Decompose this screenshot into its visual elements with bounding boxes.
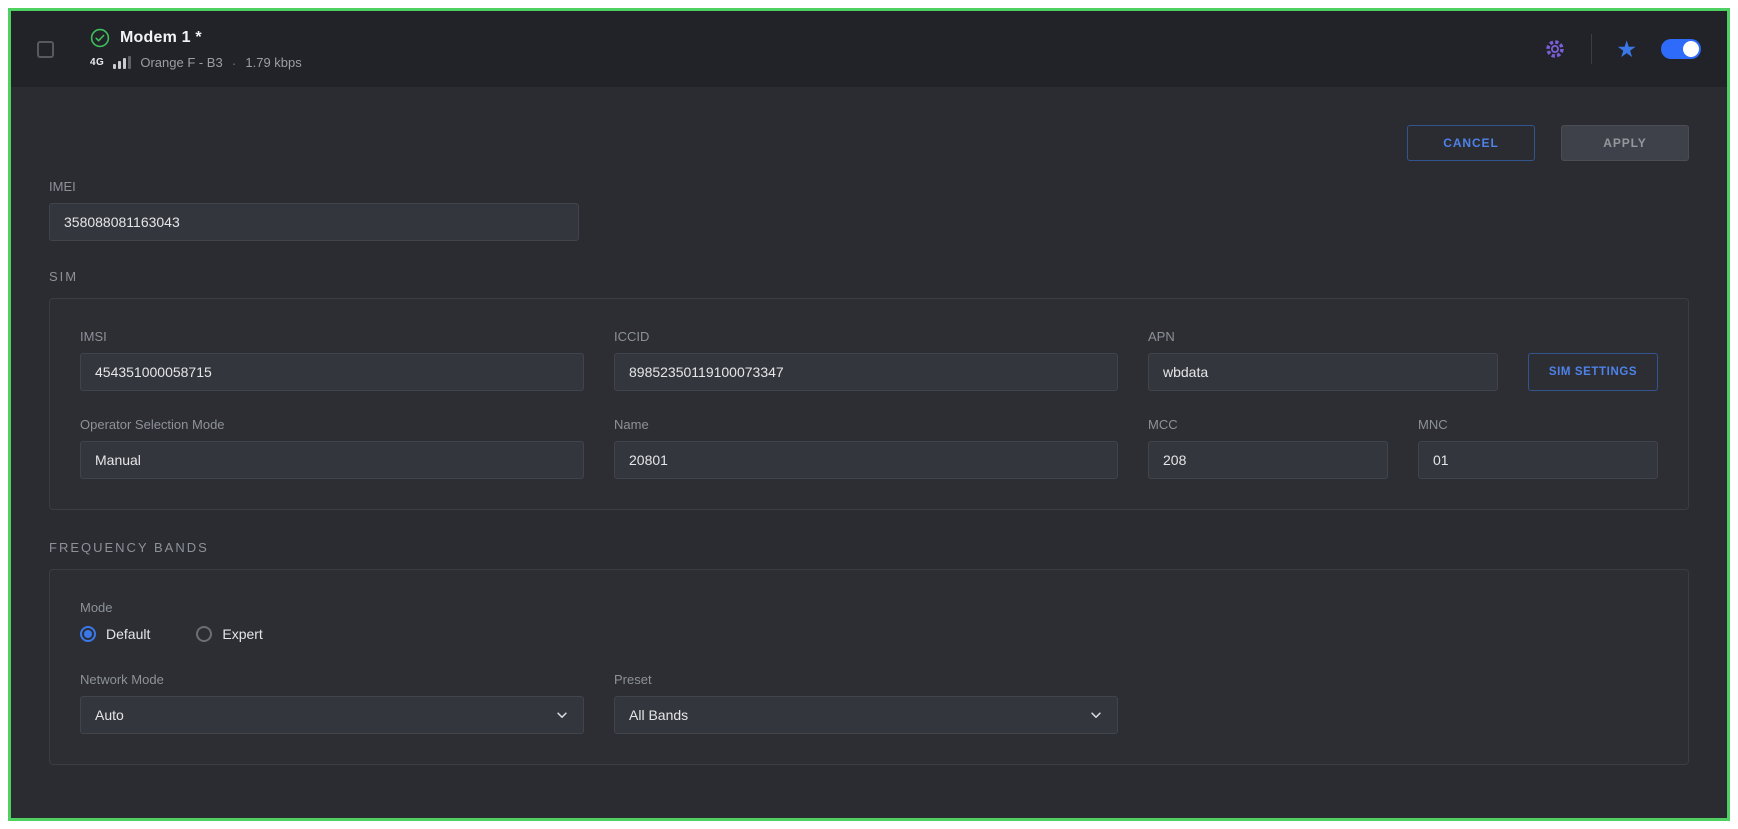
name-input[interactable] [614,441,1118,479]
form-actions: CANCEL APPLY [49,125,1689,161]
apn-label: APN [1148,329,1498,344]
operator-selection-mode-input[interactable] [80,441,584,479]
iccid-field: ICCID [614,329,1118,391]
operator-selection-mode-label: Operator Selection Mode [80,417,584,432]
status-ok-icon [90,28,110,48]
sim-settings-button[interactable]: SIM SETTINGS [1528,353,1658,391]
sim-section-title: SIM [49,269,1689,284]
header-actions: ★ [1543,34,1701,64]
iccid-label: ICCID [614,329,1118,344]
cancel-button[interactable]: CANCEL [1407,125,1535,161]
frequency-bands-panel: Mode Default Expert Network Mode Auto [49,569,1689,765]
imei-field: IMEI [49,179,579,241]
operator-label: Orange F - B3 [140,55,222,70]
apn-field: APN [1148,329,1498,391]
dot-separator: · [232,55,237,71]
connection-status-row: 4G Orange F - B3 · 1.79 kbps [90,55,302,71]
mode-label: Mode [80,600,1658,615]
apn-input[interactable] [1148,353,1498,391]
modem-header: Modem 1 * 4G Orange F - B3 · 1.79 kbps [11,11,1727,87]
modem-enable-toggle[interactable] [1661,39,1701,59]
radio-icon [80,626,96,642]
apply-button[interactable]: APPLY [1561,125,1689,161]
chevron-down-icon [1089,708,1103,722]
modem-settings-body: CANCEL APPLY IMEI SIM IMSI ICCID APN [11,87,1727,818]
modem-card: Modem 1 * 4G Orange F - B3 · 1.79 kbps [8,8,1730,821]
network-mode-label: Network Mode [80,672,584,687]
radio-option-default[interactable]: Default [80,626,150,642]
mcc-field: MCC [1148,417,1388,479]
chevron-down-icon [555,708,569,722]
modem-title: Modem 1 * [120,29,202,47]
sim-row-1: IMSI ICCID APN SIM SETTINGS [80,329,1658,391]
radio-option-expert[interactable]: Expert [196,626,262,642]
mcc-label: MCC [1148,417,1388,432]
signal-strength-icon [113,56,131,69]
imsi-label: IMSI [80,329,584,344]
imei-label: IMEI [49,179,579,194]
title-block: Modem 1 * 4G Orange F - B3 · 1.79 kbps [90,28,302,71]
toggle-knob [1683,41,1699,57]
frequency-selects-row: Network Mode Auto Preset All Bands [80,672,1658,734]
frequency-bands-section-title: FREQUENCY BANDS [49,540,1689,555]
mode-radio-group: Default Expert [80,626,1658,642]
imsi-field: IMSI [80,329,584,391]
network-mode-select[interactable]: Auto [80,696,584,734]
radio-expert-label: Expert [222,626,262,642]
network-mode-field: Network Mode Auto [80,672,584,734]
settings-gear-icon[interactable] [1543,37,1567,61]
select-checkbox[interactable] [37,41,54,58]
speed-label: 1.79 kbps [245,55,301,70]
mcc-input[interactable] [1148,441,1388,479]
name-field: Name [614,417,1118,479]
title-row: Modem 1 * [90,28,302,48]
preset-value: All Bands [629,707,688,723]
radio-icon [196,626,212,642]
network-type-badge: 4G [90,57,104,68]
imei-input[interactable] [49,203,579,241]
network-mode-value: Auto [95,707,124,723]
vertical-divider [1591,34,1592,64]
iccid-input[interactable] [614,353,1118,391]
imsi-input[interactable] [80,353,584,391]
operator-selection-mode-field: Operator Selection Mode [80,417,584,479]
preset-label: Preset [614,672,1118,687]
name-label: Name [614,417,1118,432]
preset-field: Preset All Bands [614,672,1118,734]
sim-panel: IMSI ICCID APN SIM SETTINGS Operator Sel… [49,298,1689,510]
mnc-label: MNC [1418,417,1658,432]
preset-select[interactable]: All Bands [614,696,1118,734]
radio-default-label: Default [106,626,150,642]
mnc-field: MNC [1418,417,1658,479]
sim-row-2: Operator Selection Mode Name MCC MNC [80,417,1658,479]
favorite-star-icon[interactable]: ★ [1616,38,1637,61]
mnc-input[interactable] [1418,441,1658,479]
